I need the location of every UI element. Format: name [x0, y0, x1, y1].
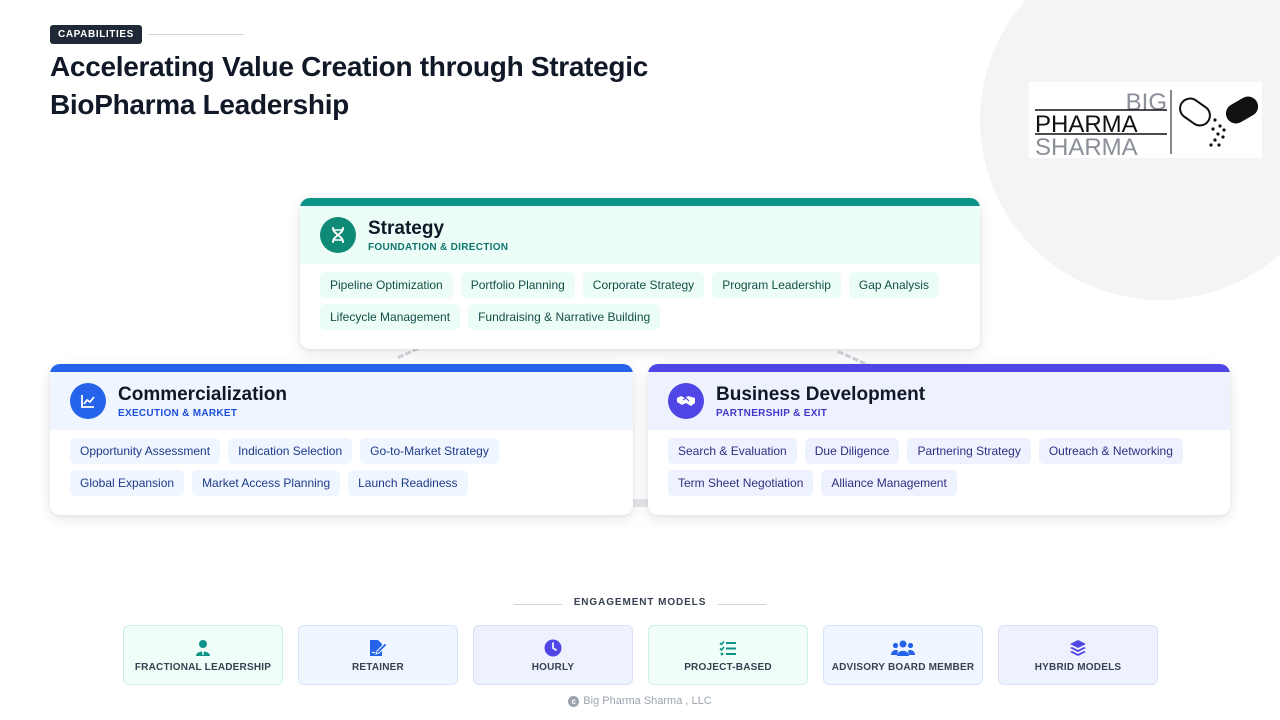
chip: Go-to-Market Strategy	[360, 438, 499, 464]
commercialization-card: Commercialization EXECUTION & MARKET Opp…	[50, 364, 633, 515]
model-advisory-board-member: ADVISORY BOARD MEMBER	[823, 625, 983, 685]
model-fractional-leadership: FRACTIONAL LEADERSHIP	[123, 625, 283, 685]
copyright-icon: c	[568, 695, 580, 707]
business-development-accent-bar	[648, 364, 1230, 372]
chip: Alliance Management	[821, 470, 957, 496]
chip: Due Diligence	[804, 438, 900, 464]
chip: Pipeline Optimization	[320, 272, 453, 298]
business-development-card: Business Development PARTNERSHIP & EXIT …	[648, 364, 1230, 515]
tag-divider	[148, 34, 244, 35]
commercialization-title: Commercialization	[118, 383, 287, 405]
commercialization-accent-bar	[50, 364, 633, 372]
company-logo: BIG PHARMA SHARMA	[1029, 82, 1262, 158]
model-retainer: RETAINER	[298, 625, 458, 685]
chip: Corporate Strategy	[582, 272, 705, 298]
handshake-icon	[668, 383, 704, 419]
chip: Portfolio Planning	[460, 272, 575, 298]
chip: Indication Selection	[228, 438, 353, 464]
model-label: RETAINER	[352, 661, 404, 673]
business-development-subtitle: PARTNERSHIP & EXIT	[716, 407, 828, 419]
business-development-chip-list: Search & Evaluation Due Diligence Partne…	[648, 430, 1230, 502]
users-icon	[891, 638, 915, 658]
model-project-based: PROJECT-BASED	[648, 625, 808, 685]
engagement-divider-right	[718, 604, 766, 605]
engagement-models-heading: ENGAGEMENT MODELS	[573, 597, 707, 608]
footer-text: Big Pharma Sharma , LLC	[583, 695, 712, 707]
layers-icon	[1069, 638, 1087, 658]
line-chart-icon	[70, 383, 106, 419]
chip: Outreach & Networking	[1038, 438, 1183, 464]
strategy-chip-list: Pipeline Optimization Portfolio Planning…	[300, 264, 980, 336]
page-title: Accelerating Value Creation through Stra…	[50, 51, 648, 120]
user-tie-icon	[195, 638, 211, 658]
chip: Term Sheet Negotiation	[668, 470, 814, 496]
chip: Program Leadership	[712, 272, 841, 298]
dna-icon	[320, 217, 356, 253]
strategy-card: Strategy FOUNDATION & DIRECTION Pipeline…	[300, 198, 980, 349]
commercialization-chip-list: Opportunity Assessment Indication Select…	[50, 430, 633, 502]
model-label: FRACTIONAL LEADERSHIP	[134, 661, 272, 673]
business-development-title: Business Development	[716, 383, 926, 405]
footer: c Big Pharma Sharma , LLC	[0, 695, 1280, 707]
chip: Fundraising & Narrative Building	[468, 304, 661, 330]
chip: Global Expansion	[70, 470, 185, 496]
strategy-accent-bar	[300, 198, 980, 206]
strategy-title: Strategy	[368, 217, 445, 239]
chip: Launch Readiness	[348, 470, 468, 496]
chip: Partnering Strategy	[907, 438, 1031, 464]
clock-icon	[544, 638, 562, 658]
model-hybrid-models: HYBRID MODELS	[998, 625, 1158, 685]
commercialization-header: Commercialization EXECUTION & MARKET	[50, 372, 633, 430]
commercialization-subtitle: EXECUTION & MARKET	[118, 407, 238, 419]
model-hourly: HOURLY	[473, 625, 633, 685]
chip: Opportunity Assessment	[70, 438, 221, 464]
model-label: HYBRID MODELS	[1034, 661, 1122, 673]
model-label: HOURLY	[531, 661, 575, 673]
model-label: PROJECT-BASED	[684, 661, 772, 673]
chip: Lifecycle Management	[320, 304, 461, 330]
chip: Market Access Planning	[192, 470, 341, 496]
model-label: ADVISORY BOARD MEMBER	[831, 661, 975, 673]
chip: Search & Evaluation	[668, 438, 797, 464]
strategy-header: Strategy FOUNDATION & DIRECTION	[300, 206, 980, 264]
chip: Gap Analysis	[848, 272, 939, 298]
task-list-icon	[719, 638, 737, 658]
file-signature-icon	[368, 638, 388, 658]
pill-capsule-icon	[1179, 96, 1259, 147]
section-tag: CAPABILITIES	[50, 25, 142, 44]
logo-text-sharma: SHARMA	[1035, 134, 1138, 158]
strategy-subtitle: FOUNDATION & DIRECTION	[368, 241, 509, 253]
business-development-header: Business Development PARTNERSHIP & EXIT	[648, 372, 1230, 430]
